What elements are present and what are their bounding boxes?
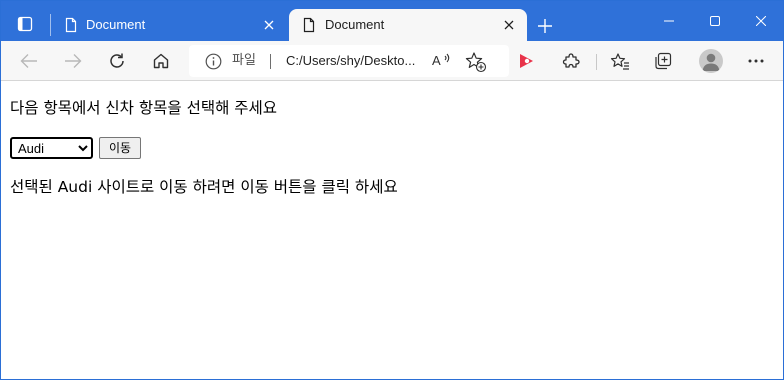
profile-button[interactable] xyxy=(699,49,723,73)
favorites-button[interactable] xyxy=(604,45,636,77)
maximize-icon xyxy=(710,16,720,26)
tab-document-2[interactable]: Document xyxy=(289,9,527,41)
add-favorite-icon[interactable] xyxy=(465,51,487,73)
more-button[interactable] xyxy=(740,45,772,77)
go-button[interactable]: 이동 xyxy=(99,137,141,159)
more-icon xyxy=(748,59,764,63)
document-icon xyxy=(303,17,315,33)
close-icon xyxy=(756,16,766,26)
address-scheme-label: 파일 xyxy=(232,53,256,68)
read-aloud-icon[interactable]: A xyxy=(431,51,453,71)
collections-icon xyxy=(655,52,672,70)
new-tab-button[interactable] xyxy=(531,12,559,40)
extensions-button[interactable] xyxy=(555,45,587,77)
info-icon[interactable] xyxy=(205,53,222,70)
tab-close-button[interactable] xyxy=(499,15,519,35)
close-icon xyxy=(504,20,514,30)
tab-actions-icon xyxy=(17,16,33,32)
maximize-button[interactable] xyxy=(692,1,738,41)
back-button[interactable] xyxy=(13,45,45,77)
address-url[interactable]: C:/Users/shy/Deskto... xyxy=(286,53,415,69)
favorites-icon xyxy=(610,53,629,70)
back-arrow-icon xyxy=(20,54,37,68)
refresh-button[interactable] xyxy=(101,45,133,77)
profile-icon xyxy=(702,53,720,71)
minimize-button[interactable] xyxy=(646,1,692,41)
toolbar-divider xyxy=(596,54,597,70)
video-button[interactable] xyxy=(510,45,542,77)
result-text: 선택된 Audi 사이트로 이동 하려면 이동 버튼을 클릭 하세요 xyxy=(10,178,398,196)
video-icon xyxy=(520,54,533,68)
tab-document-1[interactable]: Document xyxy=(53,9,287,41)
address-bar[interactable]: 파일 C:/Users/shy/Deskto... A xyxy=(189,45,509,77)
svg-text:A: A xyxy=(432,53,441,68)
page-content: 다음 항목에서 신차 항목을 선택해 주세요 Audi 이동 선택된 Audi … xyxy=(1,82,783,379)
tab-title: Document xyxy=(86,17,146,32)
title-bar: Document Document xyxy=(1,1,783,41)
minimize-icon xyxy=(664,20,674,22)
collections-button[interactable] xyxy=(647,45,679,77)
plus-icon xyxy=(538,19,552,33)
window-close-button[interactable] xyxy=(738,1,783,41)
puzzle-icon xyxy=(562,53,580,68)
document-icon xyxy=(65,17,77,33)
browser-window: Document Document 파일 C:/Users/shy/Deskto… xyxy=(0,0,784,380)
tab-divider xyxy=(50,14,51,36)
tab-actions-button[interactable] xyxy=(9,10,41,38)
forward-arrow-icon xyxy=(65,54,82,68)
close-icon xyxy=(264,20,274,30)
home-button[interactable] xyxy=(145,45,177,77)
address-divider xyxy=(270,54,271,69)
home-icon xyxy=(153,53,169,69)
refresh-icon xyxy=(110,53,124,68)
instruction-text: 다음 항목에서 신차 항목을 선택해 주세요 xyxy=(10,99,278,117)
car-select[interactable]: Audi xyxy=(10,137,93,159)
tab-title: Document xyxy=(325,17,385,32)
toolbar: 파일 C:/Users/shy/Deskto... A xyxy=(1,41,783,81)
forward-button[interactable] xyxy=(57,45,89,77)
tab-close-button[interactable] xyxy=(259,15,279,35)
